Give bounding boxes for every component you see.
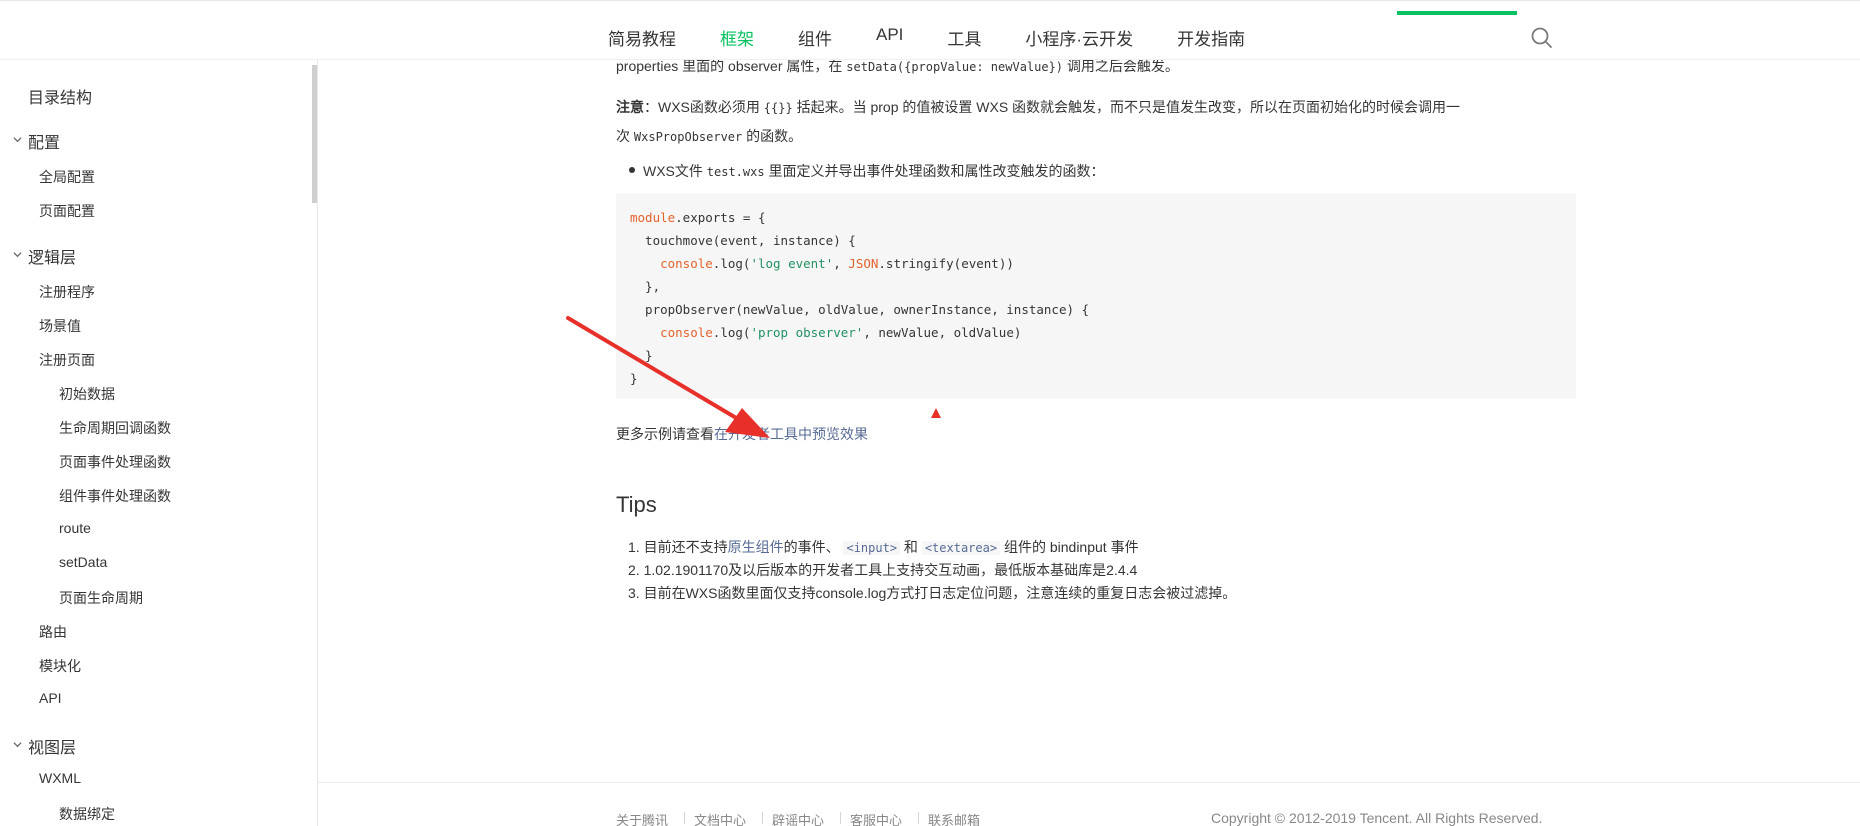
tips-heading: Tips — [616, 492, 657, 517]
sidebar-item[interactable]: 页面配置 — [39, 201, 95, 221]
tip-item-1: 1. 目前还不支持原生组件的事件、 <input> 和 <textarea> 组… — [628, 539, 1139, 555]
code-line: console.log('prop observer', newValue, o… — [660, 325, 1022, 340]
footer-separator — [762, 812, 763, 824]
chevron-down-icon[interactable] — [13, 250, 22, 259]
sidebar-item[interactable]: 页面生命周期 — [59, 588, 143, 608]
sidebar-toc: 目录结构配置全局配置页面配置逻辑层注册程序场景值注册页面初始数据生命周期回调函数… — [0, 60, 318, 826]
sidebar-item[interactable]: WXML — [39, 770, 81, 786]
tip-item-3: 3. 目前在WXS函数里面仅支持console.log方式打日志定位问题，注意连… — [628, 585, 1237, 601]
tip-item-2: 2. 1.02.1901170及以后版本的开发者工具上支持交互动画，最低版本基础… — [628, 562, 1138, 578]
sidebar-item[interactable]: 视图层 — [28, 734, 76, 758]
copyright-text: Copyright © 2012-2019 Tencent. All Right… — [1211, 810, 1543, 826]
code-line: touchmove(event, instance) { — [630, 233, 856, 248]
more-examples-line: 更多示例请查看在开发者工具中预览效果 — [616, 426, 868, 442]
preview-in-devtools-link[interactable]: 在开发者工具中预览效果 — [714, 426, 868, 442]
sidebar-item[interactable]: 组件事件处理函数 — [59, 486, 171, 506]
footer-link-about[interactable]: 关于腾讯 — [616, 810, 668, 826]
footer-separator — [684, 812, 685, 824]
footer-link-rumor[interactable]: 辟谣中心 — [772, 810, 824, 826]
bullet-dot — [629, 167, 635, 173]
chevron-down-icon[interactable] — [13, 135, 22, 144]
sidebar-item[interactable]: 注册页面 — [39, 350, 95, 370]
sidebar-item[interactable]: 目录结构 — [28, 84, 92, 108]
footer-separator — [840, 812, 841, 824]
note-line-2: 次 WxsPropObserver 的函数。 — [616, 128, 803, 144]
sidebar-item[interactable]: route — [59, 520, 91, 536]
code-block: module.exports = { touchmove(event, inst… — [616, 193, 1576, 399]
sidebar-item[interactable]: 页面事件处理函数 — [59, 452, 171, 472]
code-line: propObserver(newValue, oldValue, ownerIn… — [630, 302, 1090, 317]
sidebar-item[interactable]: 注册程序 — [39, 282, 95, 302]
top-navbar: 简易教程 框架 组件 API 工具 小程序·云开发 开发指南 — [0, 0, 1860, 60]
sidebar-item[interactable]: 模块化 — [39, 656, 81, 676]
sidebar-item[interactable]: API — [39, 690, 62, 706]
chevron-down-icon[interactable] — [13, 740, 22, 749]
nav-menu: 简易教程 框架 组件 API 工具 小程序·云开发 开发指南 — [608, 25, 1289, 50]
sidebar-scrollbar[interactable] — [312, 65, 317, 203]
note-label: 注意 — [616, 99, 644, 115]
sidebar-item[interactable]: 数据绑定 — [59, 804, 115, 824]
code-line: } — [630, 348, 653, 363]
sidebar-item[interactable]: 初始数据 — [59, 384, 115, 404]
sidebar-item[interactable]: 路由 — [39, 622, 67, 642]
nav-item-tutorial[interactable]: 简易教程 — [608, 25, 676, 50]
nav-item-cloud[interactable]: 小程序·云开发 — [1025, 25, 1133, 50]
bullet-wxs-file: WXS文件 test.wxs 里面定义并导出事件处理函数和属性改变触发的函数： — [643, 163, 1105, 179]
sidebar-item[interactable]: 全局配置 — [39, 167, 95, 187]
code-line: console.log('log event', JSON.stringify(… — [660, 256, 1014, 271]
sidebar-item[interactable]: setData — [59, 554, 107, 570]
native-component-link[interactable]: 原生组件 — [728, 539, 784, 555]
sidebar-item[interactable]: 场景值 — [39, 316, 81, 336]
footer-link-docs[interactable]: 文档中心 — [694, 810, 746, 826]
nav-item-guide[interactable]: 开发指南 — [1177, 25, 1245, 50]
sidebar-item[interactable]: 逻辑层 — [28, 244, 76, 268]
footer-link-service[interactable]: 客服中心 — [850, 810, 902, 826]
footer-link-email[interactable]: 联系邮箱 — [928, 810, 980, 826]
search-icon[interactable] — [1530, 26, 1554, 50]
code-line: }, — [630, 279, 661, 294]
code-line: module.exports = { — [630, 210, 766, 225]
nav-item-components[interactable]: 组件 — [798, 25, 832, 50]
code-line: } — [630, 371, 638, 386]
note-line-1: 注意：WXS函数必须用 {{}} 括起来。当 prop 的值被设置 WXS 函数… — [616, 99, 1461, 115]
footer-divider — [318, 782, 1860, 783]
nav-active-indicator — [1397, 11, 1517, 15]
sidebar-item[interactable]: 配置 — [28, 129, 60, 153]
nav-item-framework[interactable]: 框架 — [720, 25, 754, 50]
nav-item-tools[interactable]: 工具 — [947, 25, 981, 50]
sidebar-item[interactable]: 生命周期回调函数 — [59, 418, 171, 438]
footer-separator — [918, 812, 919, 824]
nav-item-api[interactable]: API — [876, 25, 903, 50]
